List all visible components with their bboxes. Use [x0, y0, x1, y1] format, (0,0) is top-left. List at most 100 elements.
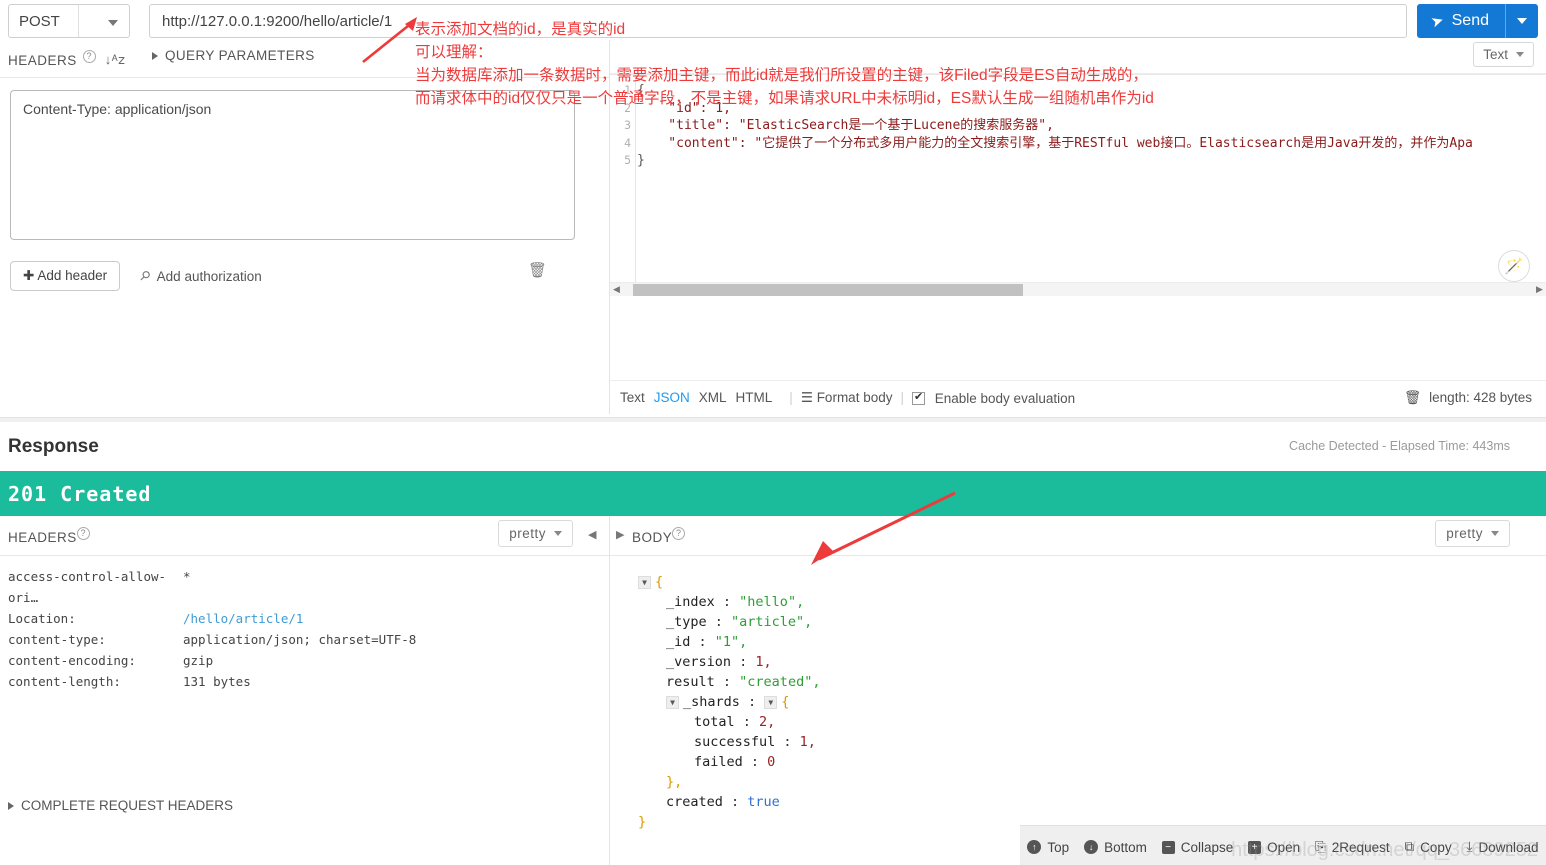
chevron-down-icon [1516, 52, 1524, 57]
checkbox-icon [911, 390, 925, 405]
toolbar-button-label: Download [1478, 839, 1539, 855]
response-body-subheader: ▶ BODY ? pretty [610, 516, 1546, 556]
help-icon[interactable]: ? [76, 527, 90, 540]
body-format-html[interactable]: HTML [736, 390, 773, 405]
response-header-key: Location: [8, 611, 76, 626]
response-headers-pretty-select[interactable]: pretty [498, 520, 573, 547]
scroll-thumb[interactable] [633, 283, 1023, 296]
json-separator: : [775, 734, 800, 750]
status-code-text: 201 Created [8, 481, 152, 506]
body-format-json[interactable]: JSON [654, 390, 690, 405]
json-key: _type [666, 614, 707, 630]
send-dropdown-button[interactable] [1506, 4, 1538, 38]
json-key: successful [694, 734, 776, 750]
delete-headers-icon[interactable]: 🗑 [528, 261, 547, 279]
plus-icon: ✚ [23, 268, 35, 283]
send-button[interactable]: ➤ Send [1417, 4, 1538, 38]
toolbar-button-label: Open [1267, 839, 1301, 855]
copy-button[interactable]: ⧉ Copy [1404, 839, 1451, 855]
add-header-button[interactable]: ✚ Add header [10, 261, 121, 291]
download-button[interactable]: ⤓ Download [1466, 839, 1538, 855]
json-collapse-toggle[interactable]: ▼ [666, 696, 679, 709]
request-body-editor[interactable]: 1 2 3 4 5 { "id": 1, "title": "ElasticSearch… [610, 74, 1546, 296]
help-icon[interactable]: ? [82, 49, 96, 63]
arrow-down-circle-icon: ↓ [1084, 840, 1099, 854]
toolbar-button-label: 2Request [1331, 839, 1390, 855]
url-field-wrap: length: 37 byte(s) [149, 4, 1408, 54]
json-value: } [638, 814, 647, 830]
line-number: 5 [624, 153, 631, 167]
json-node: _id : "1", [638, 632, 1546, 652]
bottom-button[interactable]: ↓ Bottom [1084, 840, 1147, 855]
clear-body-icon[interactable]: 🗑 [1404, 390, 1421, 406]
code-line: "content": "它提供了一个分布式多用户能力的全文搜索引擎，基于REST… [637, 135, 1473, 151]
collapse-button[interactable]: − Collapse [1161, 840, 1233, 855]
code-line: "id": 1, [637, 100, 731, 116]
2request-button[interactable]: ⎘ 2Request [1315, 839, 1390, 855]
response-body-json-tree[interactable]: ▼{_index : "hello", _type : "article", _id… [610, 556, 1546, 832]
http-method-select[interactable]: POST [8, 4, 130, 38]
line-number: 1 [624, 83, 631, 97]
enable-body-evaluation-checkbox[interactable]: Enable body evaluation [911, 390, 1075, 406]
json-value: "article", [731, 614, 813, 630]
json-collapse-toggle[interactable]: ▼ [764, 696, 778, 709]
response-header: Response Cache Detected - Elapsed Time: … [0, 422, 1546, 471]
expand-right-arrow-icon[interactable]: ▶ [616, 528, 625, 541]
editor-code[interactable]: { "id": 1, "title": "ElasticSearch是一个基于L… [637, 82, 1546, 170]
top-button[interactable]: ↑ Top [1027, 840, 1069, 855]
response-header-value: gzip [183, 653, 214, 668]
request-headers-title: HEADERS ? ↓ᴬ𝗓 [0, 40, 609, 78]
json-collapse-toggle[interactable]: ▼ [638, 576, 651, 589]
plus-square-icon: + [1248, 840, 1262, 854]
json-value: true [747, 794, 780, 810]
body-format-xml[interactable]: XML [699, 390, 727, 405]
format-body-button[interactable]: ☰ Format body [801, 390, 893, 406]
complete-request-headers-toggle[interactable]: COMPLETE REQUEST HEADERS [8, 798, 233, 813]
magic-wand-button[interactable]: 🪄 [1498, 250, 1530, 282]
response-header-row: content-length: 131 bytes [8, 671, 609, 692]
json-separator: : [742, 754, 768, 770]
json-key: total [694, 714, 735, 730]
sort-alpha-icon[interactable]: ↓ᴬ𝗓 [105, 52, 126, 68]
response-body-pretty-select[interactable]: pretty [1435, 520, 1510, 547]
body-format-text[interactable]: Text [620, 390, 645, 405]
response-header-row: access-control-allow-ori… * [8, 566, 609, 608]
method-caret[interactable] [97, 13, 129, 30]
code-line: } [637, 153, 645, 168]
json-separator: : [706, 614, 732, 630]
footer-divider-2: | [900, 390, 904, 405]
scroll-left-arrow-icon[interactable]: ◀ [610, 284, 623, 295]
request-headers-column: HEADERS ? ↓ᴬ𝗓 Content-Type: application/… [0, 40, 610, 414]
request-body-area: HEADERS ? ↓ᴬ𝗓 Content-Type: application/… [0, 40, 1546, 414]
open-button[interactable]: + Open [1248, 840, 1300, 855]
copy-icon: ⧉ [1404, 839, 1415, 854]
response-header-value[interactable]: /hello/article/1 [183, 608, 303, 629]
code-line: { [637, 83, 645, 98]
body-type-select[interactable]: Text [1473, 42, 1534, 67]
json-node: successful : 1, [638, 732, 1546, 752]
json-value: 2, [759, 714, 776, 730]
add-authorization-button[interactable]: ⚲ Add authorization [137, 267, 262, 284]
response-header-key: access-control-allow-ori… [8, 569, 167, 605]
json-value: { [655, 574, 664, 590]
response-headers-label: HEADERS [8, 530, 77, 545]
body-type-value: Text [1483, 47, 1508, 62]
response-body-column: ▶ BODY ? pretty ▼{_index : "hello", _type… [610, 491, 1546, 865]
help-icon[interactable]: ? [672, 527, 686, 540]
line-number: 3 [624, 118, 631, 132]
pretty-right-value: pretty [1446, 526, 1483, 541]
scroll-track[interactable] [623, 283, 1533, 296]
scroll-right-arrow-icon[interactable]: ▶ [1533, 284, 1546, 295]
request-headers-input[interactable]: Content-Type: application/json [10, 90, 575, 240]
code-line: "title": "ElasticSearch是一个基于Lucene的搜索服务器… [637, 118, 1054, 133]
chevron-down-icon [554, 531, 562, 536]
collapse-left-arrow-icon[interactable]: ◀ [588, 528, 597, 541]
send-button-main[interactable]: ➤ Send [1417, 4, 1505, 38]
url-input[interactable] [149, 4, 1408, 38]
request-body-footer: Text JSON XML HTML | ☰ Format body | Ena… [610, 380, 1546, 414]
line-number: 2 [624, 100, 631, 115]
response-headers-subheader: HEADERS ? pretty ◀ [0, 516, 609, 556]
editor-horizontal-scrollbar[interactable]: ◀ ▶ [610, 282, 1546, 296]
response-header-value: * [183, 569, 191, 584]
response-header-key: content-length: [8, 674, 121, 689]
